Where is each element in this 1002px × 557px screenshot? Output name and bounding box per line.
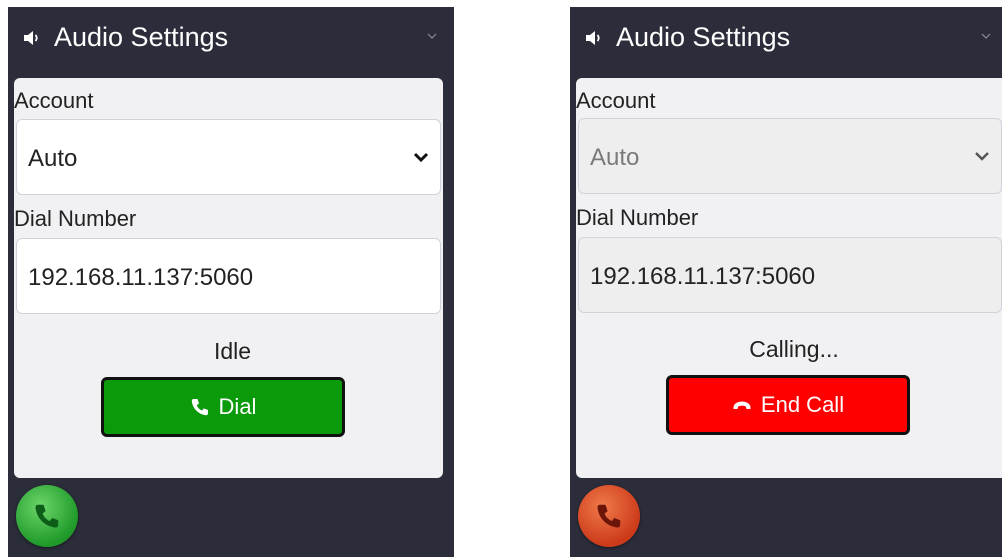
speaker-icon	[586, 31, 600, 45]
call-toggle-button[interactable]	[16, 485, 78, 547]
dial-button-label: Dial	[218, 394, 257, 419]
account-select[interactable]: Auto	[16, 119, 441, 195]
dial-number-value: 192.168.11.137:5060	[590, 263, 816, 290]
call-status: Idle	[213, 338, 252, 364]
phone-icon	[35, 504, 59, 528]
settings-card: Account Auto Dial Number 192.168.11.137:…	[14, 78, 443, 478]
chevron-down-icon	[975, 152, 989, 161]
panel-header[interactable]: Audio Settings	[570, 7, 1002, 69]
end-call-button[interactable]: End Call	[666, 375, 910, 435]
panel-title: Audio Settings	[616, 22, 791, 52]
call-status: Calling...	[749, 336, 839, 362]
dial-number-input[interactable]: 192.168.11.137:5060	[16, 238, 441, 314]
account-select[interactable]: Auto	[578, 118, 1002, 194]
phone-icon	[597, 504, 621, 528]
dial-number-label: Dial Number	[576, 205, 699, 230]
phone-icon	[191, 399, 208, 416]
phone-hangup-icon	[733, 401, 751, 409]
dial-number-label: Dial Number	[14, 206, 137, 231]
chevron-down-icon[interactable]	[426, 31, 438, 41]
account-label: Account	[576, 88, 656, 113]
dial-number-input[interactable]: 192.168.11.137:5060	[578, 237, 1002, 313]
speaker-icon	[24, 31, 38, 45]
account-label: Account	[14, 88, 94, 113]
chevron-down-icon	[413, 152, 429, 163]
chevron-down-icon[interactable]	[980, 31, 992, 41]
audio-panel-idle: Audio Settings Account Auto Dial Number …	[8, 7, 454, 557]
account-select-value: Auto	[590, 144, 640, 171]
dial-number-value: 192.168.11.137:5060	[28, 264, 254, 291]
account-select-value: Auto	[28, 145, 78, 172]
panel-header[interactable]: Audio Settings	[8, 7, 454, 69]
audio-panel-calling: Audio Settings Account Auto Dial Number …	[570, 7, 1002, 557]
settings-card: Account Auto Dial Number 192.168.11.137:…	[576, 78, 1002, 478]
call-toggle-button[interactable]	[578, 485, 640, 547]
end-call-button-label: End Call	[760, 392, 845, 417]
panel-title: Audio Settings	[54, 22, 229, 52]
dial-button[interactable]: Dial	[101, 377, 345, 437]
